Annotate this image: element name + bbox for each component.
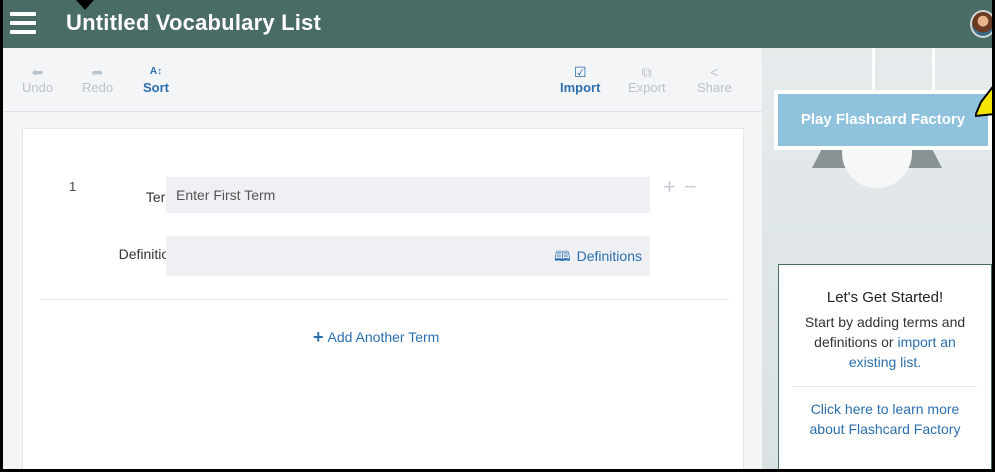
play-flashcard-factory-label: Play Flashcard Factory [778, 94, 988, 146]
hamburger-menu-icon[interactable] [10, 12, 36, 34]
import-label: Import [560, 80, 601, 95]
book-search-icon: 🕮 [554, 248, 571, 264]
annotation-arrow-icon [76, 0, 94, 10]
term-list-card: 1 Term Enter First Term +− Definition 🕮 D… [22, 128, 744, 472]
sort-button[interactable]: A↕ Sort [143, 64, 169, 95]
redo-arrow-icon: ➦ [91, 64, 104, 80]
add-another-term-label: Add Another Term [327, 329, 440, 345]
remove-row-icon[interactable]: − [684, 174, 705, 199]
definitions-link-label: Definitions [576, 248, 642, 264]
undo-arrow-icon: ⬅ [31, 64, 44, 80]
share-button[interactable]: < Share [697, 64, 732, 95]
row-divider [41, 299, 729, 300]
sort-label: Sort [143, 80, 169, 95]
term-input[interactable]: Enter First Term [166, 177, 650, 213]
export-icon: ⧉ [641, 64, 652, 80]
annotation-pointer-icon [975, 84, 995, 117]
learn-more-link[interactable]: Click here to learn more about Flashcard… [793, 399, 977, 439]
import-button[interactable]: ☑ Import [560, 64, 600, 95]
term-label: Term [145, 189, 177, 205]
avatar[interactable] [970, 10, 995, 38]
card-divider [793, 386, 977, 387]
add-another-term-button[interactable]: + Add Another Term [313, 327, 439, 348]
definitions-link[interactable]: 🕮 Definitions [554, 236, 642, 276]
app-header: Untitled Vocabulary List [0, 0, 995, 48]
export-button[interactable]: ⧉ Export [628, 64, 666, 95]
undo-button[interactable]: ⬅ Undo [22, 64, 53, 95]
getting-started-text: Start by adding terms and definitions or… [793, 312, 977, 372]
import-icon: ☑ [573, 64, 587, 80]
editor-toolbar: ⬅ Undo ➦ Redo A↕ Sort ☑ Import ⧉ Export … [0, 48, 762, 112]
share-label: Share [697, 80, 732, 95]
side-panel: Play Flashcard Factory Let's Get Started… [762, 48, 995, 472]
editor-workspace: 1 Term Enter First Term +− Definition 🕮 D… [0, 112, 762, 472]
redo-button[interactable]: ➦ Redo [82, 64, 113, 95]
getting-started-card: Let's Get Started! Start by adding terms… [778, 264, 992, 472]
list-title[interactable]: Untitled Vocabulary List [66, 10, 321, 36]
lamp-bulb-decoration [842, 148, 912, 188]
share-icon: < [710, 64, 719, 80]
add-row-icon[interactable]: + [663, 174, 684, 199]
term-number: 1 [69, 179, 77, 194]
definition-input[interactable]: 🕮 Definitions [166, 236, 650, 276]
undo-label: Undo [22, 80, 54, 95]
redo-label: Redo [82, 80, 114, 95]
plus-icon: + [313, 327, 324, 347]
add-remove-row-controls: +− [663, 174, 705, 200]
getting-started-title: Let's Get Started! [826, 289, 944, 306]
export-label: Export [628, 80, 666, 95]
play-flashcard-factory-button[interactable]: Play Flashcard Factory [774, 90, 992, 150]
sort-az-icon: A↕ [149, 66, 163, 77]
definition-label: Definition [118, 246, 177, 262]
